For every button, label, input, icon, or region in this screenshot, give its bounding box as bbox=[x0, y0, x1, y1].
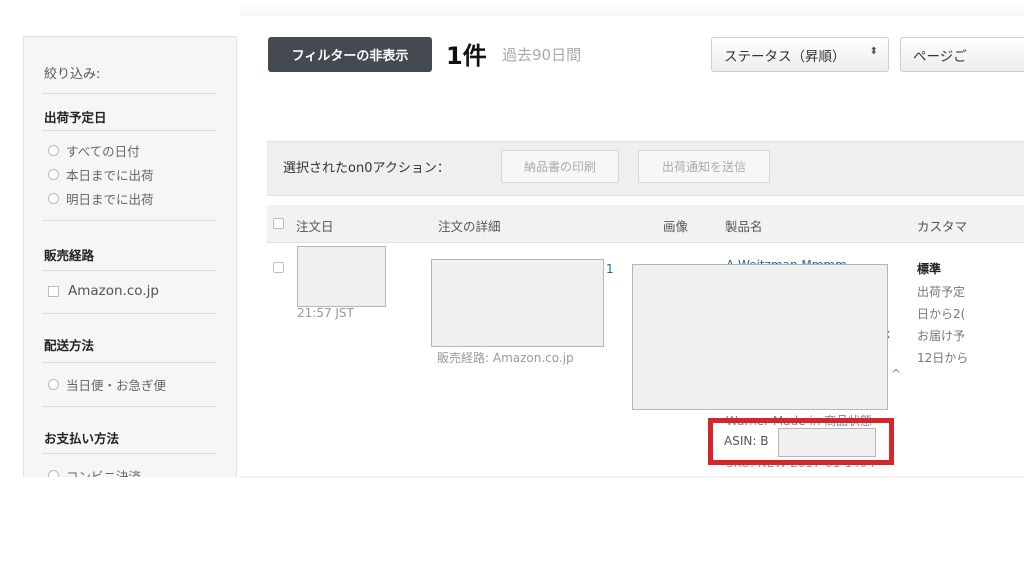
sales-channel-text: 販売経路: Amazon.co.jp bbox=[437, 351, 574, 365]
order-id-fragment[interactable]: 1 bbox=[606, 262, 614, 276]
col-customer[interactable]: カスタマ bbox=[917, 216, 967, 235]
updown-caret-icon: ⬍ bbox=[869, 46, 878, 57]
redacted-order-id bbox=[431, 259, 604, 347]
section-payment-method: お支払い方法 bbox=[44, 431, 120, 446]
section-shipping-method: 配送方法 bbox=[44, 338, 95, 353]
selected-actions-label: 選択されたon0アクション： bbox=[283, 161, 450, 176]
radio-same-day-express[interactable]: 当日便・お急ぎ便 bbox=[48, 375, 166, 394]
chevron-up-icon[interactable]: ^ bbox=[891, 367, 901, 381]
radio-icon[interactable] bbox=[48, 470, 59, 477]
divider bbox=[42, 362, 216, 363]
period-label: 過去90日間 bbox=[502, 46, 582, 64]
print-invoice-button[interactable]: 納品書の印刷 bbox=[501, 150, 619, 183]
radio-all-dates[interactable]: すべての日付 bbox=[48, 141, 140, 160]
redacted-product-image bbox=[632, 264, 888, 410]
checkbox-icon[interactable] bbox=[48, 285, 59, 297]
customer-line-3: 日から2( bbox=[917, 307, 966, 321]
sort-dropdown[interactable]: ステータス（昇順） ⬍ bbox=[711, 37, 889, 72]
order-time: 21:57 JST bbox=[297, 306, 354, 320]
customer-line-5: 12日から bbox=[917, 351, 969, 365]
checkbox-amazon-jp[interactable]: Amazon.co.jp bbox=[48, 283, 159, 299]
radio-icon[interactable] bbox=[48, 145, 59, 156]
page-size-button[interactable]: ページご bbox=[900, 37, 1024, 72]
result-count: 1件 bbox=[446, 42, 487, 70]
select-all-checkbox[interactable] bbox=[273, 218, 284, 229]
sidebar-title: 絞り込み: bbox=[44, 67, 101, 82]
divider bbox=[42, 220, 216, 221]
divider bbox=[42, 93, 216, 94]
row-checkbox[interactable] bbox=[273, 262, 284, 273]
col-product-name[interactable]: 製品名 bbox=[725, 216, 763, 235]
radio-ship-tomorrow[interactable]: 明日までに出荷 bbox=[48, 189, 154, 208]
filter-sidebar: 絞り込み: 出荷予定日 すべての日付 本日までに出荷 明日までに出荷 販売経路 … bbox=[23, 36, 237, 477]
radio-icon[interactable] bbox=[48, 169, 59, 180]
customer-line-1: 標準 bbox=[917, 262, 942, 276]
section-ship-date: 出荷予定日 bbox=[44, 110, 107, 125]
divider bbox=[42, 453, 216, 454]
bottom-edge bbox=[240, 476, 1024, 478]
divider bbox=[42, 130, 216, 131]
col-order-details[interactable]: 注文の詳細 bbox=[438, 216, 501, 235]
col-image: 画像 bbox=[663, 219, 689, 234]
sort-dropdown-value: ステータス（昇順） bbox=[724, 48, 846, 65]
hide-filter-button[interactable]: フィルターの非表示 bbox=[268, 37, 432, 72]
radio-icon[interactable] bbox=[48, 193, 59, 204]
divider bbox=[42, 313, 216, 314]
table-header bbox=[267, 205, 1024, 243]
customer-line-4: お届け予 bbox=[917, 329, 966, 343]
divider bbox=[42, 406, 216, 407]
radio-icon[interactable] bbox=[48, 379, 59, 390]
asin-highlight-box bbox=[708, 418, 894, 465]
radio-convenience-store[interactable]: コンビニ決済 bbox=[48, 466, 141, 477]
redacted-order-date bbox=[297, 246, 386, 307]
customer-line-2: 出荷予定 bbox=[917, 285, 966, 299]
top-gradient bbox=[240, 0, 1024, 16]
col-order-date[interactable]: 注文日 bbox=[296, 216, 334, 235]
divider bbox=[42, 270, 216, 271]
send-shipping-notice-button[interactable]: 出荷通知を送信 bbox=[638, 150, 770, 183]
section-sales-channel: 販売経路 bbox=[44, 248, 95, 263]
radio-ship-today[interactable]: 本日までに出荷 bbox=[48, 165, 154, 184]
